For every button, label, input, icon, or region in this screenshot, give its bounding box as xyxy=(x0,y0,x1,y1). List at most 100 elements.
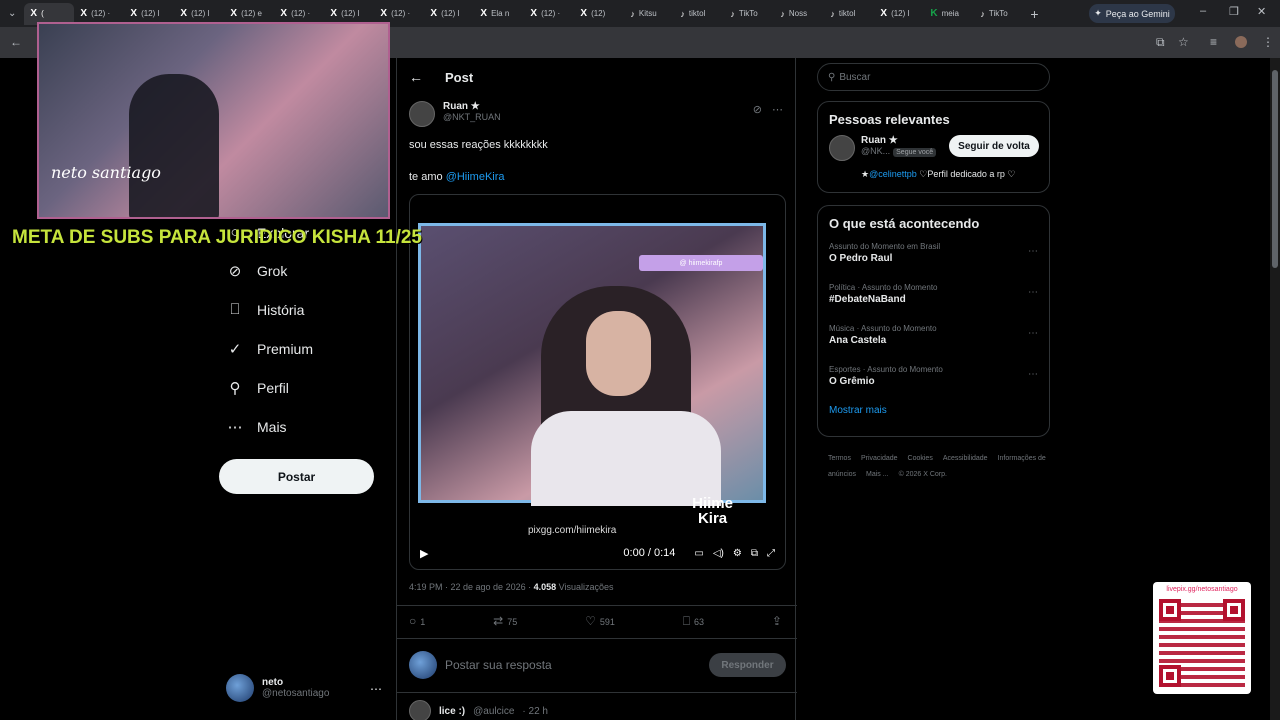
show-more-link[interactable]: Mostrar mais xyxy=(818,401,1049,428)
account-switcher[interactable]: neto @netosantiago xyxy=(226,674,329,702)
browser-tab[interactable]: X (12) I xyxy=(874,3,924,25)
tab-title: (12) e xyxy=(241,9,262,18)
like-action[interactable]: ♡ 591 xyxy=(585,614,615,629)
nav-item-história[interactable]: ⎕ História xyxy=(227,301,304,318)
avatar xyxy=(409,651,437,679)
browser-tab[interactable]: ♪ Kitsu xyxy=(624,3,674,25)
gemini-button[interactable]: ✦ Peça ao Gemini xyxy=(1089,4,1175,23)
trend-more-icon[interactable]: ⋯ xyxy=(1028,287,1038,298)
relevant-handle: @NK... xyxy=(861,146,891,156)
video-controls: ▶ 0:00 / 0:14 ▭ ◁) ⚙ ⧉ ⤢ xyxy=(410,537,785,569)
browser-tab[interactable]: X Ela n xyxy=(474,3,524,25)
trend-item[interactable]: Música · Assunto do Momento Ana Castela ⋯ xyxy=(818,319,1049,360)
post-actions: ○ 1 ⇄ 75 ♡ 591 ⎕ 63 ⇪ xyxy=(409,614,786,629)
volume-icon[interactable]: ◁) xyxy=(713,548,724,559)
trend-more-icon[interactable]: ⋯ xyxy=(1028,328,1038,339)
post-author[interactable]: Ruan ★ @NKT_RUAN xyxy=(409,101,501,127)
browser-tab[interactable]: ♪ Noss xyxy=(774,3,824,25)
profile-avatar[interactable] xyxy=(1235,36,1247,48)
bio-mention-link[interactable]: @celinettpb xyxy=(869,169,917,179)
relevant-avatar[interactable] xyxy=(829,135,855,161)
nav-item-mais[interactable]: ⋯ Mais xyxy=(227,418,287,436)
reply-composer: Postar sua resposta Responder xyxy=(409,650,786,680)
signature-logo: neto santiago xyxy=(51,163,161,182)
tab-title: Kitsu xyxy=(638,9,657,18)
settings-icon[interactable]: ⚙ xyxy=(733,548,742,559)
footer-link[interactable]: Privacidade xyxy=(861,455,898,462)
scrollbar-thumb[interactable] xyxy=(1272,70,1278,268)
tab-title: (12) · xyxy=(91,9,111,18)
trend-item[interactable]: Esportes · Assunto do Momento O Grêmio ⋯ xyxy=(818,360,1049,401)
search-input[interactable]: ⚲ Buscar xyxy=(817,63,1050,91)
tab-title: (12) I xyxy=(891,9,910,18)
media-icon[interactable]: ≡ xyxy=(1210,35,1217,49)
fullscreen-icon[interactable]: ⤢ xyxy=(767,548,775,559)
post-button[interactable]: Postar xyxy=(219,459,374,494)
footer-link[interactable]: Acessibilidade xyxy=(943,455,988,462)
grok-explain-icon[interactable]: ⊘ xyxy=(753,103,762,116)
trend-item[interactable]: Política · Assunto do Momento #DebateNaBa… xyxy=(818,278,1049,319)
grok-icon: ⊘ xyxy=(228,263,242,280)
reply-button[interactable]: Responder xyxy=(709,653,786,677)
post-meta: 4:19 PM · 22 de ago de 2026 · 4.058 Visu… xyxy=(409,582,614,592)
relevant-name[interactable]: Ruan ★ xyxy=(861,135,936,146)
trend-more-icon[interactable]: ⋯ xyxy=(1028,369,1038,380)
install-icon[interactable]: ⧉ xyxy=(1156,35,1165,50)
avatar xyxy=(226,674,254,702)
browser-tab[interactable]: ♪ TikTo xyxy=(974,3,1024,25)
play-icon[interactable]: ▶ xyxy=(420,547,428,560)
tiktok-icon: ♪ xyxy=(780,8,785,19)
back-arrow-icon[interactable]: ← xyxy=(409,69,423,85)
trends-card: O que está acontecendo Assunto do Moment… xyxy=(817,205,1050,437)
reply-input[interactable]: Postar sua resposta xyxy=(445,658,552,672)
browser-tab[interactable]: Kmeia xyxy=(924,3,974,25)
footer-link[interactable]: © 2026 X Corp. xyxy=(899,471,947,478)
bookmark-star-icon[interactable]: ☆ xyxy=(1178,35,1189,49)
nav-item-premium[interactable]: ✓ Premium xyxy=(227,340,313,358)
video-face xyxy=(586,311,651,396)
mention-link[interactable]: @HiimeKira xyxy=(446,171,505,183)
repost-action[interactable]: ⇄ 75 xyxy=(493,614,517,629)
footer-link[interactable]: Mais ... xyxy=(866,471,889,478)
browser-tab[interactable]: X (12) · xyxy=(524,3,574,25)
browser-tab[interactable]: ♪ TikTo xyxy=(724,3,774,25)
pip-icon[interactable]: ⧉ xyxy=(751,548,758,559)
browser-tab[interactable]: X (12) I xyxy=(424,3,474,25)
browser-tab[interactable]: X (12) xyxy=(574,3,624,25)
minimize-button[interactable]: – xyxy=(1200,5,1206,17)
divider xyxy=(397,605,797,606)
menu-icon[interactable]: ⋮ xyxy=(1262,35,1274,49)
trend-more-icon[interactable]: ⋯ xyxy=(1028,246,1038,257)
author-avatar[interactable] xyxy=(409,101,435,127)
new-tab-button[interactable]: + xyxy=(1030,6,1038,22)
reply-avatar[interactable] xyxy=(409,700,431,720)
back-icon[interactable]: ← xyxy=(10,35,22,49)
maximize-button[interactable]: ❐ xyxy=(1229,5,1239,18)
browser-tab[interactable]: ♪ tiktol xyxy=(674,3,724,25)
nav-item-grok[interactable]: ⊘ Grok xyxy=(227,262,288,280)
video-shirt xyxy=(531,411,721,506)
footer-link[interactable]: Cookies xyxy=(908,455,933,462)
bookmark-action[interactable]: ⎕ 63 xyxy=(683,614,704,629)
nav-item-label: Mais xyxy=(257,419,287,435)
share-action[interactable]: ⇪ xyxy=(772,614,786,629)
x-logo-icon: X xyxy=(530,8,538,19)
video-site-caption: pixgg.com/hiimekira xyxy=(528,525,617,536)
close-window-button[interactable]: ✕ xyxy=(1257,5,1266,18)
qr-finder xyxy=(1159,665,1181,687)
footer-link[interactable]: Termos xyxy=(828,455,851,462)
follow-back-button[interactable]: Seguir de volta xyxy=(949,135,1039,157)
post-more-icon[interactable]: ⋯ xyxy=(772,103,783,116)
account-more-icon[interactable]: ⋯ xyxy=(370,682,382,696)
qr-url: livepix.gg/netosantiago xyxy=(1166,586,1238,593)
tab-title: (12) I xyxy=(341,9,360,18)
tab-search-icon[interactable]: ⌄ xyxy=(8,8,16,19)
reply-action[interactable]: ○ 1 xyxy=(409,614,425,629)
captions-icon[interactable]: ▭ xyxy=(694,548,703,559)
trend-item[interactable]: Assunto do Momento em Brasil O Pedro Raul… xyxy=(818,237,1049,278)
browser-tab[interactable]: ♪ tiktol xyxy=(824,3,874,25)
video-player[interactable]: @ hiimekirafp Hiime Kira pixgg.com/hiimek… xyxy=(409,194,786,570)
reply-item[interactable]: lice :) @aulcice · 22 h xyxy=(409,700,548,720)
scrollbar[interactable] xyxy=(1270,58,1280,720)
nav-item-perfil[interactable]: ⚲ Perfil xyxy=(227,379,289,397)
